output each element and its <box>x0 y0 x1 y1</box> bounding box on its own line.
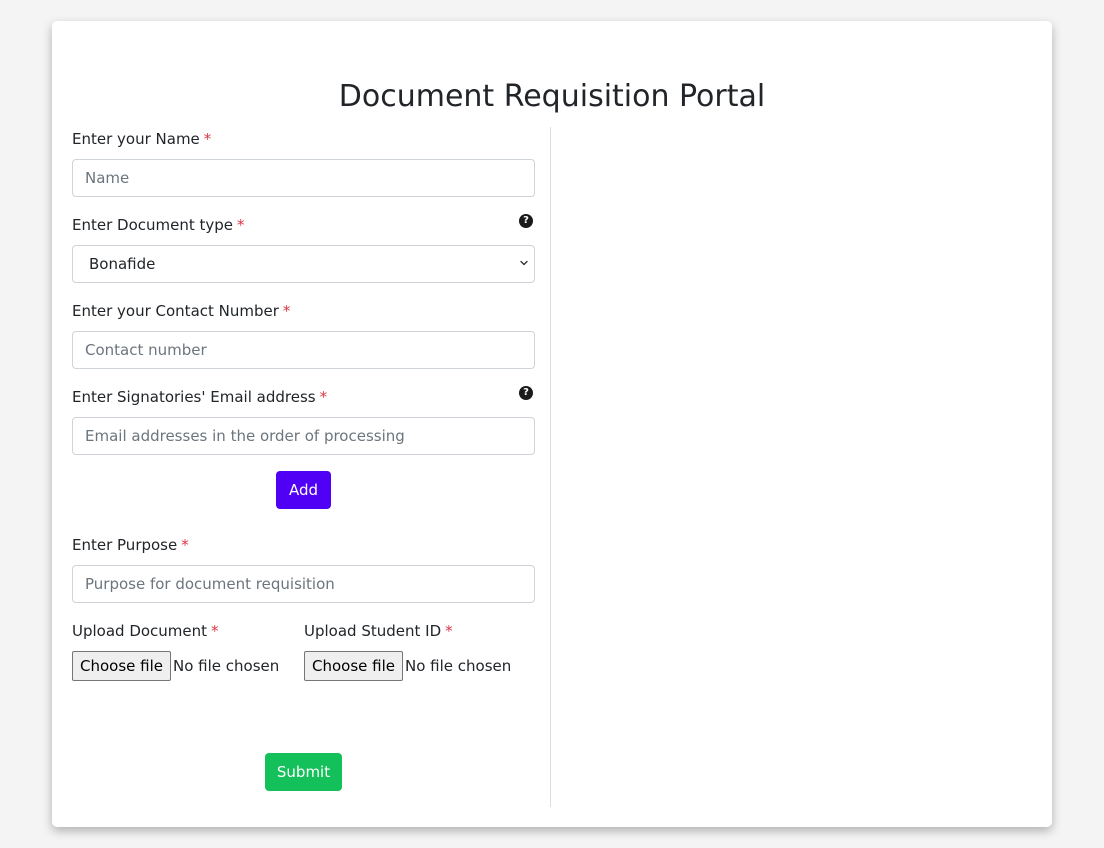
required-marker: * <box>203 130 212 148</box>
purpose-input[interactable] <box>72 565 535 603</box>
signatories-email-input[interactable] <box>72 417 535 455</box>
signatories-label: Enter Signatories' Email address * <box>72 387 327 407</box>
upload-document-label: Upload Document * <box>72 621 219 641</box>
add-button[interactable]: Add <box>276 471 331 509</box>
required-marker: * <box>445 622 453 640</box>
signatories-label-text: Enter Signatories' Email address <box>72 388 316 406</box>
required-marker: * <box>181 536 189 554</box>
document-type-selected: Bonafide <box>89 255 156 273</box>
upload-document-status: No file chosen <box>173 657 280 675</box>
name-label: Enter your Name * <box>72 129 211 149</box>
chevron-down-icon <box>520 260 528 266</box>
document-type-select[interactable]: Bonafide <box>72 245 535 283</box>
page-title: Document Requisition Portal <box>338 79 766 114</box>
name-input[interactable] <box>72 159 535 197</box>
upload-document-choose-file-button[interactable]: Choose file <box>72 651 171 681</box>
contact-label-text: Enter your Contact Number <box>72 302 279 320</box>
required-marker: * <box>237 216 245 234</box>
form-card: Document Requisition Portal Enter your N… <box>52 21 1052 827</box>
column-divider <box>550 127 551 807</box>
document-type-label-text: Enter Document type <box>72 216 234 234</box>
question-circle-icon[interactable]: ? <box>519 214 533 228</box>
required-marker: * <box>319 388 328 406</box>
purpose-label: Enter Purpose * <box>72 535 189 555</box>
submit-button[interactable]: Submit <box>265 753 342 791</box>
document-type-label: Enter Document type * <box>72 215 245 235</box>
upload-student-id-label-text: Upload Student ID <box>304 622 442 640</box>
upload-student-id-choose-file-button[interactable]: Choose file <box>304 651 403 681</box>
upload-document-label-text: Upload Document <box>72 622 208 640</box>
question-circle-icon[interactable]: ? <box>519 386 533 400</box>
name-label-text: Enter your Name <box>72 130 200 148</box>
contact-label: Enter your Contact Number * <box>72 301 290 321</box>
upload-student-id-label: Upload Student ID * <box>304 621 453 641</box>
required-marker: * <box>211 622 219 640</box>
contact-number-input[interactable] <box>72 331 535 369</box>
purpose-label-text: Enter Purpose <box>72 536 178 554</box>
required-marker: * <box>282 302 291 320</box>
upload-student-id-status: No file chosen <box>405 657 512 675</box>
